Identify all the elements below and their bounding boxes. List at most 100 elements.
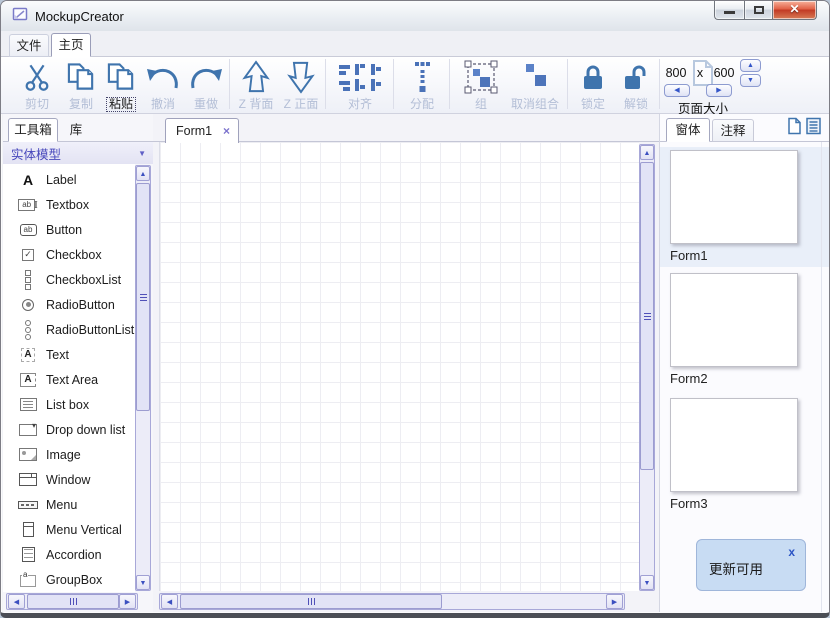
form-thumbnail-block[interactable]: Form1: [660, 147, 829, 267]
height-down-button[interactable]: ▼: [740, 74, 761, 87]
scroll-left-button[interactable]: ◀: [161, 594, 178, 609]
tab-form1[interactable]: Form1 ×: [165, 118, 239, 143]
maximize-button[interactable]: [744, 1, 773, 20]
tab-library[interactable]: 库: [63, 120, 89, 142]
ribbon-separator: [393, 59, 394, 109]
scroll-left-button[interactable]: ◀: [8, 594, 25, 609]
toolbox-item-window[interactable]: Window: [3, 467, 135, 492]
form-thumbnail-block[interactable]: Form2: [660, 270, 829, 395]
toolbox-item-checkboxlist[interactable]: CheckboxList: [3, 267, 135, 292]
arrow-down-icon: ▼: [747, 77, 754, 84]
tab-file[interactable]: 文件: [9, 34, 49, 57]
scroll-thumb[interactable]: [640, 162, 654, 470]
page-height-value[interactable]: 600: [711, 66, 737, 80]
toolbox-item-textbox[interactable]: abI Textbox: [3, 192, 135, 217]
scroll-down-button[interactable]: ▼: [640, 575, 654, 590]
canvas-vertical-scrollbar[interactable]: ▲ ▼: [639, 144, 655, 591]
scroll-right-button[interactable]: ▶: [606, 594, 623, 609]
toolbox-item-checkbox[interactable]: ✓ Checkbox: [3, 242, 135, 267]
canvas-horizontal-scrollbar[interactable]: ◀ ▶: [159, 593, 625, 610]
form1-thumbnail[interactable]: [670, 150, 798, 244]
menu-icon: [18, 501, 38, 509]
arrow-left-icon: ◀: [674, 87, 679, 94]
distribute-button[interactable]: 分配: [397, 59, 447, 111]
toolbox-item-label[interactable]: A Label: [3, 167, 135, 192]
toolbox-item-groupbox[interactable]: GroupBox: [3, 567, 135, 592]
redo-button[interactable]: 重做: [185, 59, 227, 111]
scroll-thumb[interactable]: [136, 183, 150, 411]
toolbox-item-textarea[interactable]: A Text Area: [3, 367, 135, 392]
tab-forms[interactable]: 窗体: [666, 118, 710, 142]
checkbox-list-icon: [25, 277, 31, 283]
toolbox-item-accordion[interactable]: Accordion: [3, 542, 135, 567]
unlock-icon: [615, 59, 657, 95]
paste-icon: [101, 59, 141, 95]
form-thumbnail-block[interactable]: Form3: [660, 395, 829, 520]
undo-button[interactable]: 撤消: [141, 59, 185, 111]
toolbox-horizontal-scrollbar[interactable]: ◀ ▶: [6, 593, 138, 610]
toolbox-item-image[interactable]: Image: [3, 442, 135, 467]
height-up-button[interactable]: ▲: [740, 59, 761, 72]
toolbox-item-button[interactable]: ab Button: [3, 217, 135, 242]
page-width-value[interactable]: 800: [663, 66, 689, 80]
window-title: MockupCreator: [35, 9, 124, 24]
minimize-icon: [724, 11, 735, 14]
cut-button[interactable]: 剪切: [13, 59, 61, 111]
toolbox-item-menu[interactable]: Menu: [3, 492, 135, 517]
form3-thumbnail[interactable]: [670, 398, 798, 492]
lock-icon: [571, 59, 615, 95]
notes-icon[interactable]: [806, 117, 821, 140]
toolbox-item-dropdownlist[interactable]: Drop down list: [3, 417, 135, 442]
scroll-up-button[interactable]: ▲: [136, 166, 150, 181]
toolbox-item-radiobutton[interactable]: RadioButton: [3, 292, 135, 317]
width-up-button[interactable]: ▶: [706, 84, 732, 97]
toolbox-vertical-scrollbar[interactable]: ▲ ▼: [135, 165, 151, 591]
scroll-right-button[interactable]: ▶: [119, 594, 136, 609]
scroll-thumb[interactable]: [180, 594, 442, 609]
form3-label: Form3: [670, 496, 708, 511]
panel-divider: [821, 142, 822, 612]
distribute-icon: [397, 59, 447, 95]
align-button[interactable]: 对齐: [329, 59, 391, 111]
toolbox-item-radiobuttonlist[interactable]: RadioButtonList: [3, 317, 135, 342]
drop-down-list-icon: [19, 424, 37, 436]
tab-toolbox[interactable]: 工具箱: [8, 118, 58, 142]
paste-button[interactable]: 粘贴: [101, 59, 141, 111]
toolbox-item-menuvertical[interactable]: Menu Vertical: [3, 517, 135, 542]
tab-home[interactable]: 主页: [51, 33, 91, 57]
document-area: Form1 × ▲ ▼ ◀ ▶: [153, 114, 659, 612]
copy-button[interactable]: 复制: [61, 59, 101, 111]
design-canvas[interactable]: [159, 142, 639, 591]
toolbox-item-text[interactable]: A Text: [3, 342, 135, 367]
ungroup-button[interactable]: 取消组合: [505, 59, 565, 111]
menu-vertical-icon: [23, 522, 34, 537]
app-window: MockupCreator ✕ 文件 主页 剪切 复制: [0, 0, 830, 618]
scroll-down-button[interactable]: ▼: [136, 575, 150, 590]
lock-button[interactable]: 锁定: [571, 59, 615, 111]
close-tab-icon[interactable]: ×: [223, 126, 230, 136]
ribbon-separator: [229, 59, 230, 109]
minimize-button[interactable]: [714, 1, 744, 20]
tab-notes[interactable]: 注释: [712, 119, 754, 142]
scroll-up-button[interactable]: ▲: [640, 145, 654, 160]
arrow-down-icon: ▼: [140, 580, 147, 587]
forms-tab-strip: 窗体 注释: [660, 114, 829, 142]
unlock-button[interactable]: 解锁: [615, 59, 657, 111]
width-down-button[interactable]: ◀: [664, 84, 690, 97]
toolbox-list: A Label abI Textbox ab Button ✓ Checkbox…: [3, 164, 135, 592]
arrow-up-icon: ▲: [747, 62, 754, 69]
new-form-icon[interactable]: [787, 117, 802, 140]
close-button[interactable]: ✕: [773, 1, 817, 20]
notification-close-icon[interactable]: x: [788, 545, 795, 559]
update-notification: 更新可用 x: [696, 539, 806, 591]
bring-to-front-button[interactable]: Z 正面: [279, 59, 323, 111]
send-to-back-button[interactable]: Z 背面: [233, 59, 279, 111]
toolbox-item-listbox[interactable]: List box: [3, 392, 135, 417]
group-button[interactable]: 组: [457, 59, 505, 111]
scissors-icon: [13, 59, 61, 95]
toolbox-category-header[interactable]: 实体模型 ▼: [3, 142, 153, 164]
ribbon-separator: [659, 59, 660, 109]
title-bar[interactable]: MockupCreator ✕: [1, 1, 829, 31]
form2-thumbnail[interactable]: [670, 273, 798, 367]
scroll-thumb[interactable]: [27, 594, 119, 609]
